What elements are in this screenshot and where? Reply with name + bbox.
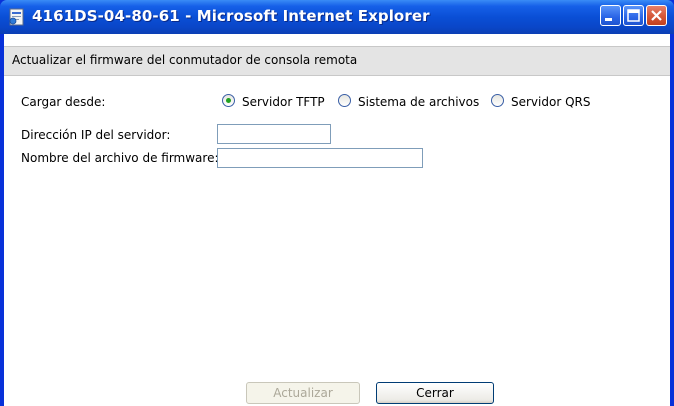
dialog-header: Actualizar el firmware del conmutador de… bbox=[4, 46, 670, 76]
firmware-file-input[interactable] bbox=[217, 148, 423, 168]
radio-tftp[interactable] bbox=[222, 94, 235, 107]
minimize-button[interactable] bbox=[600, 5, 621, 26]
title-bar[interactable]: 4161DS-04-80-61 - Microsoft Internet Exp… bbox=[0, 0, 674, 34]
update-button[interactable]: Actualizar bbox=[246, 382, 360, 404]
radio-tftp-label[interactable]: Servidor TFTP bbox=[242, 95, 325, 109]
load-from-label: Cargar desde: bbox=[21, 95, 106, 109]
radio-filesystem-label[interactable]: Sistema de archivos bbox=[358, 95, 479, 109]
close-dialog-button[interactable]: Cerrar bbox=[376, 382, 494, 404]
radio-filesystem[interactable] bbox=[338, 94, 351, 107]
maximize-button[interactable] bbox=[623, 5, 644, 26]
maximize-icon bbox=[627, 9, 640, 22]
window-title: 4161DS-04-80-61 - Microsoft Internet Exp… bbox=[32, 7, 430, 25]
dialog-header-title: Actualizar el firmware del conmutador de… bbox=[12, 53, 358, 67]
browser-window: 4161DS-04-80-61 - Microsoft Internet Exp… bbox=[0, 0, 674, 406]
radio-selected-dot bbox=[226, 98, 231, 103]
close-icon bbox=[651, 10, 662, 21]
close-button[interactable] bbox=[646, 5, 667, 26]
server-ip-label: Dirección IP del servidor: bbox=[21, 128, 171, 142]
ie-page-icon bbox=[8, 8, 26, 26]
minimize-icon bbox=[605, 18, 612, 21]
radio-qrs-label[interactable]: Servidor QRS bbox=[511, 95, 590, 109]
radio-qrs[interactable] bbox=[491, 94, 504, 107]
dialog-content: Actualizar el firmware del conmutador de… bbox=[4, 34, 670, 406]
firmware-file-label: Nombre del archivo de firmware: bbox=[21, 151, 219, 165]
server-ip-input[interactable] bbox=[217, 124, 331, 144]
